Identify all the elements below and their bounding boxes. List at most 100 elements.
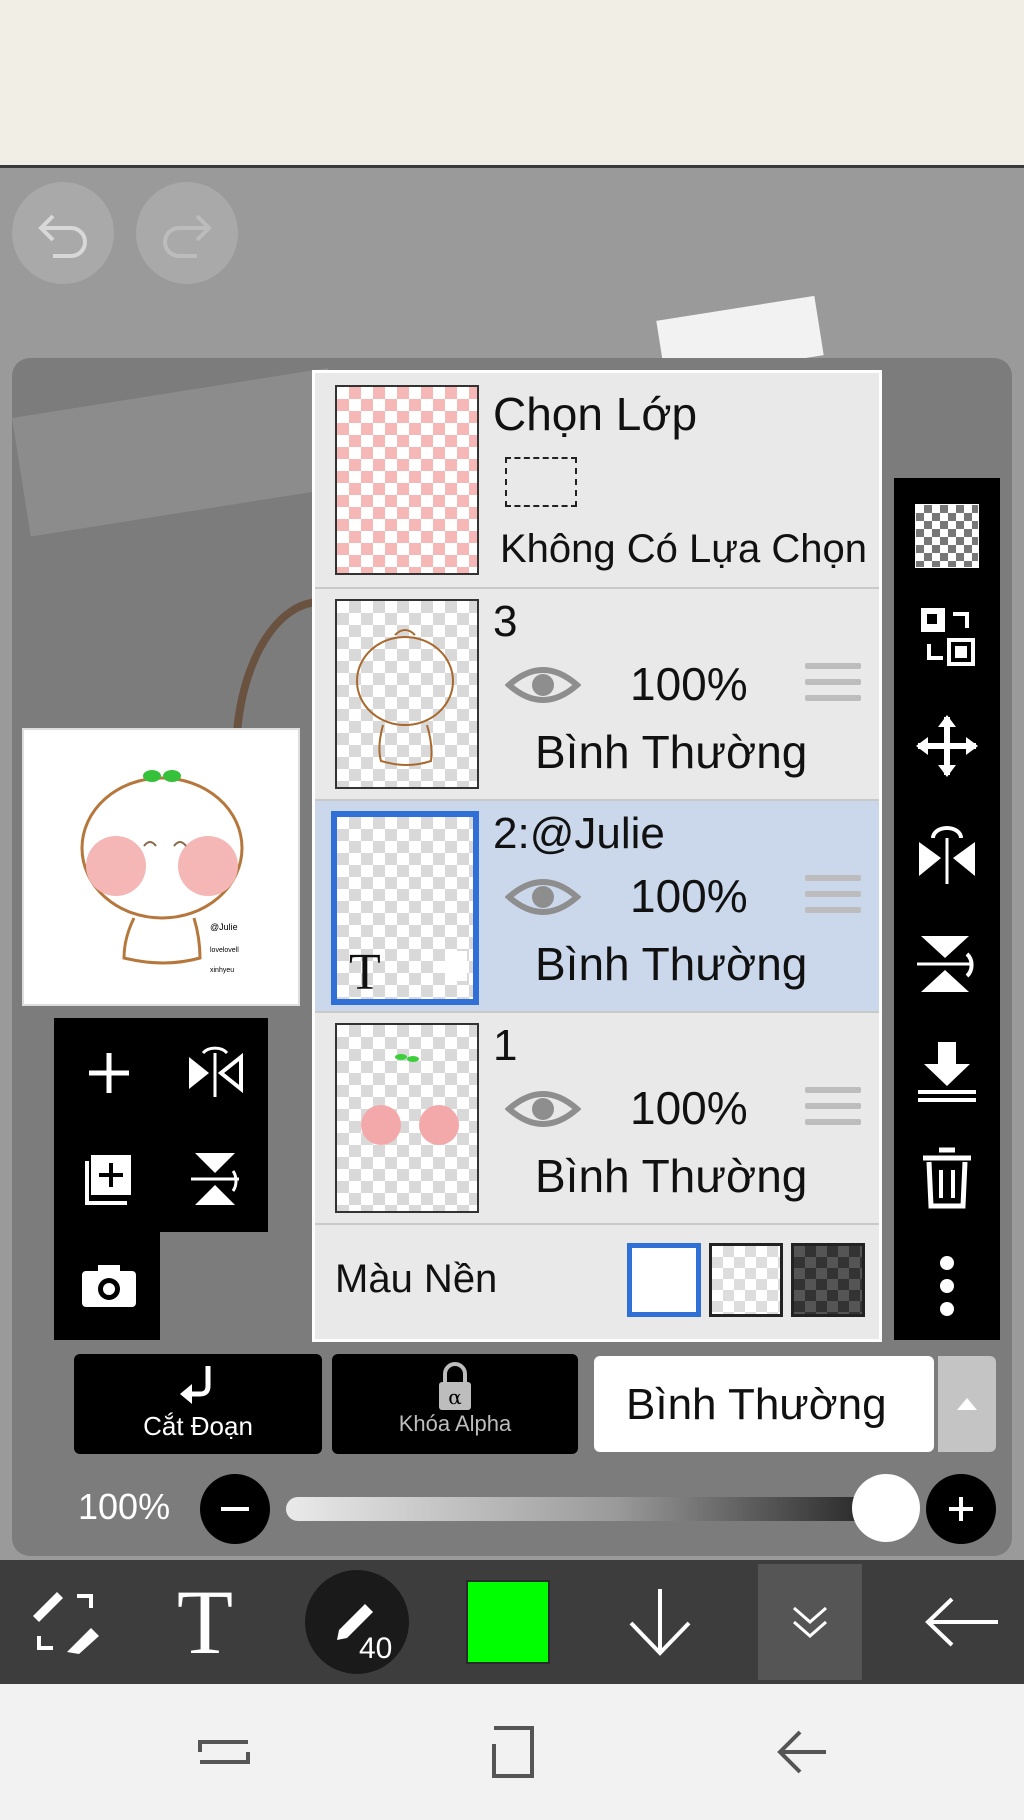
brush-size-circle: 40 <box>305 1570 409 1674</box>
clipping-button[interactable]: Cắt Đoạn <box>74 1354 322 1454</box>
system-nav-bar <box>0 1684 1024 1820</box>
background-transparent-option[interactable] <box>709 1243 783 1317</box>
move-icon <box>916 715 978 777</box>
selection-thumbnail <box>335 385 479 575</box>
opacity-slider-thumb[interactable] <box>852 1474 920 1542</box>
current-color-swatch <box>466 1580 550 1664</box>
flip-horizontal-icon <box>919 826 975 884</box>
delete-layer-button[interactable] <box>894 1130 1000 1226</box>
flip-vertical-icon <box>191 1153 239 1205</box>
flip-layer-horizontal-button[interactable] <box>894 808 1000 904</box>
arrow-left-icon <box>925 1597 998 1647</box>
background-white-option[interactable] <box>627 1243 701 1317</box>
background-color-label: Màu Nền <box>335 1257 498 1301</box>
home-button[interactable] <box>484 1722 540 1782</box>
eye-icon[interactable] <box>505 873 581 921</box>
top-bar <box>0 0 1024 168</box>
flip-horizontal-icon <box>189 1046 243 1097</box>
opacity-slider-track[interactable] <box>286 1497 886 1521</box>
layer-thumbnail: T <box>331 811 479 1005</box>
undo-button[interactable] <box>12 182 114 284</box>
svg-text:@Julie: @Julie <box>210 922 238 932</box>
character-drawing-icon: @Julie lovelovell xinhyeu <box>80 770 244 974</box>
plus-icon <box>949 1497 973 1521</box>
transparency-button[interactable] <box>894 488 1000 584</box>
recent-apps-icon <box>198 1740 250 1764</box>
blend-mode-value: Bình Thường <box>626 1380 887 1429</box>
selection-layer-row[interactable]: Chọn Lớp Không Có Lựa Chọn <box>315 373 879 589</box>
layer-menu-button[interactable] <box>758 1564 862 1680</box>
flip-layer-vertical-button[interactable] <box>894 916 1000 1012</box>
blend-mode-dropdown-button[interactable] <box>938 1356 996 1452</box>
lock-icon: α <box>439 1362 471 1410</box>
layer-list: Chọn Lớp Không Có Lựa Chọn 3 100% Bình T… <box>312 370 882 1342</box>
selection-marquee-icon <box>505 457 577 507</box>
add-layer-copy-button[interactable] <box>56 1126 162 1232</box>
text-tool-icon: T <box>176 1571 234 1673</box>
eye-icon[interactable] <box>505 1085 581 1133</box>
background-color-row: Màu Nền <box>315 1225 879 1339</box>
selection-title: Chọn Lớp <box>493 388 698 440</box>
back-button[interactable] <box>910 1560 1014 1684</box>
blend-mode-select[interactable]: Bình Thường <box>594 1356 934 1452</box>
svg-text:lovelovell: lovelovell <box>210 947 239 954</box>
canvas-preview[interactable]: @Julie lovelovell xinhyeu <box>22 728 300 1006</box>
back-arrow-icon <box>777 1730 826 1774</box>
layer-thumbnail <box>335 599 479 789</box>
flip-horizontal-button[interactable] <box>162 1020 268 1126</box>
layer-name: 3 <box>493 597 518 646</box>
alpha-lock-button[interactable]: α Khóa Alpha <box>332 1354 578 1454</box>
layer-blend-mode[interactable]: Bình Thường <box>535 1149 807 1203</box>
text-preview-mark <box>445 951 467 981</box>
pen-eraser-swap-icon <box>33 1592 99 1654</box>
clipping-label: Cắt Đoạn <box>143 1411 253 1441</box>
trash-icon <box>923 1147 971 1209</box>
layer-opacity[interactable]: 100% <box>630 869 748 923</box>
text-tool-button[interactable]: T <box>150 1560 260 1684</box>
tool-transform-button[interactable] <box>10 1560 120 1684</box>
canvas-paper <box>12 367 347 537</box>
layer-row-selected[interactable]: T 2:@Julie 100% Bình Thường <box>315 801 879 1013</box>
opacity-increase-button[interactable] <box>926 1474 996 1544</box>
flip-vertical-button[interactable] <box>162 1126 268 1232</box>
background-dark-option[interactable] <box>791 1243 865 1317</box>
drag-handle-icon[interactable] <box>805 1087 861 1133</box>
camera-button[interactable] <box>56 1232 162 1338</box>
drag-handle-icon[interactable] <box>805 875 861 921</box>
add-layer-button[interactable] <box>56 1020 162 1126</box>
layer-opacity[interactable]: 100% <box>630 1081 748 1135</box>
redo-button[interactable] <box>136 182 238 284</box>
system-back-button[interactable] <box>774 1724 830 1780</box>
swap-icon <box>921 608 975 666</box>
move-down-button[interactable] <box>610 1560 710 1684</box>
layer-thumbnail <box>335 1023 479 1213</box>
move-button[interactable] <box>894 698 1000 794</box>
svg-text:xinhyeu: xinhyeu <box>210 967 234 974</box>
triangle-up-icon <box>957 1398 977 1410</box>
brush-size-value: 40 <box>359 1632 393 1665</box>
merge-down-button[interactable] <box>894 1024 1000 1120</box>
color-picker-button[interactable] <box>460 1560 556 1684</box>
layer-blend-mode[interactable]: Bình Thường <box>535 725 807 779</box>
layer-row[interactable]: 1 100% Bình Thường <box>315 1013 879 1225</box>
recent-apps-button[interactable] <box>196 1724 252 1780</box>
flip-vertical-icon <box>917 936 974 992</box>
more-options-button[interactable] <box>894 1238 1000 1334</box>
minus-icon <box>221 1507 249 1511</box>
eye-icon[interactable] <box>505 661 581 709</box>
more-vertical-icon <box>940 1256 954 1316</box>
brush-size-button[interactable]: 40 <box>302 1560 412 1684</box>
camera-icon <box>82 1265 136 1307</box>
text-layer-icon: T <box>349 944 381 1001</box>
layer-3-drawing-icon <box>356 629 454 766</box>
checkerboard-icon <box>915 504 979 568</box>
opacity-decrease-button[interactable] <box>200 1474 270 1544</box>
layer-blend-mode[interactable]: Bình Thường <box>535 937 807 991</box>
layer-opacity[interactable]: 100% <box>630 657 748 711</box>
swap-layer-button[interactable] <box>894 588 1000 684</box>
double-chevron-down-icon <box>793 1606 827 1638</box>
layer-row[interactable]: 3 100% Bình Thường <box>315 589 879 801</box>
add-copy-icon <box>85 1155 131 1205</box>
drag-handle-icon[interactable] <box>805 663 861 709</box>
layer-name: 2:@Julie <box>493 809 665 858</box>
